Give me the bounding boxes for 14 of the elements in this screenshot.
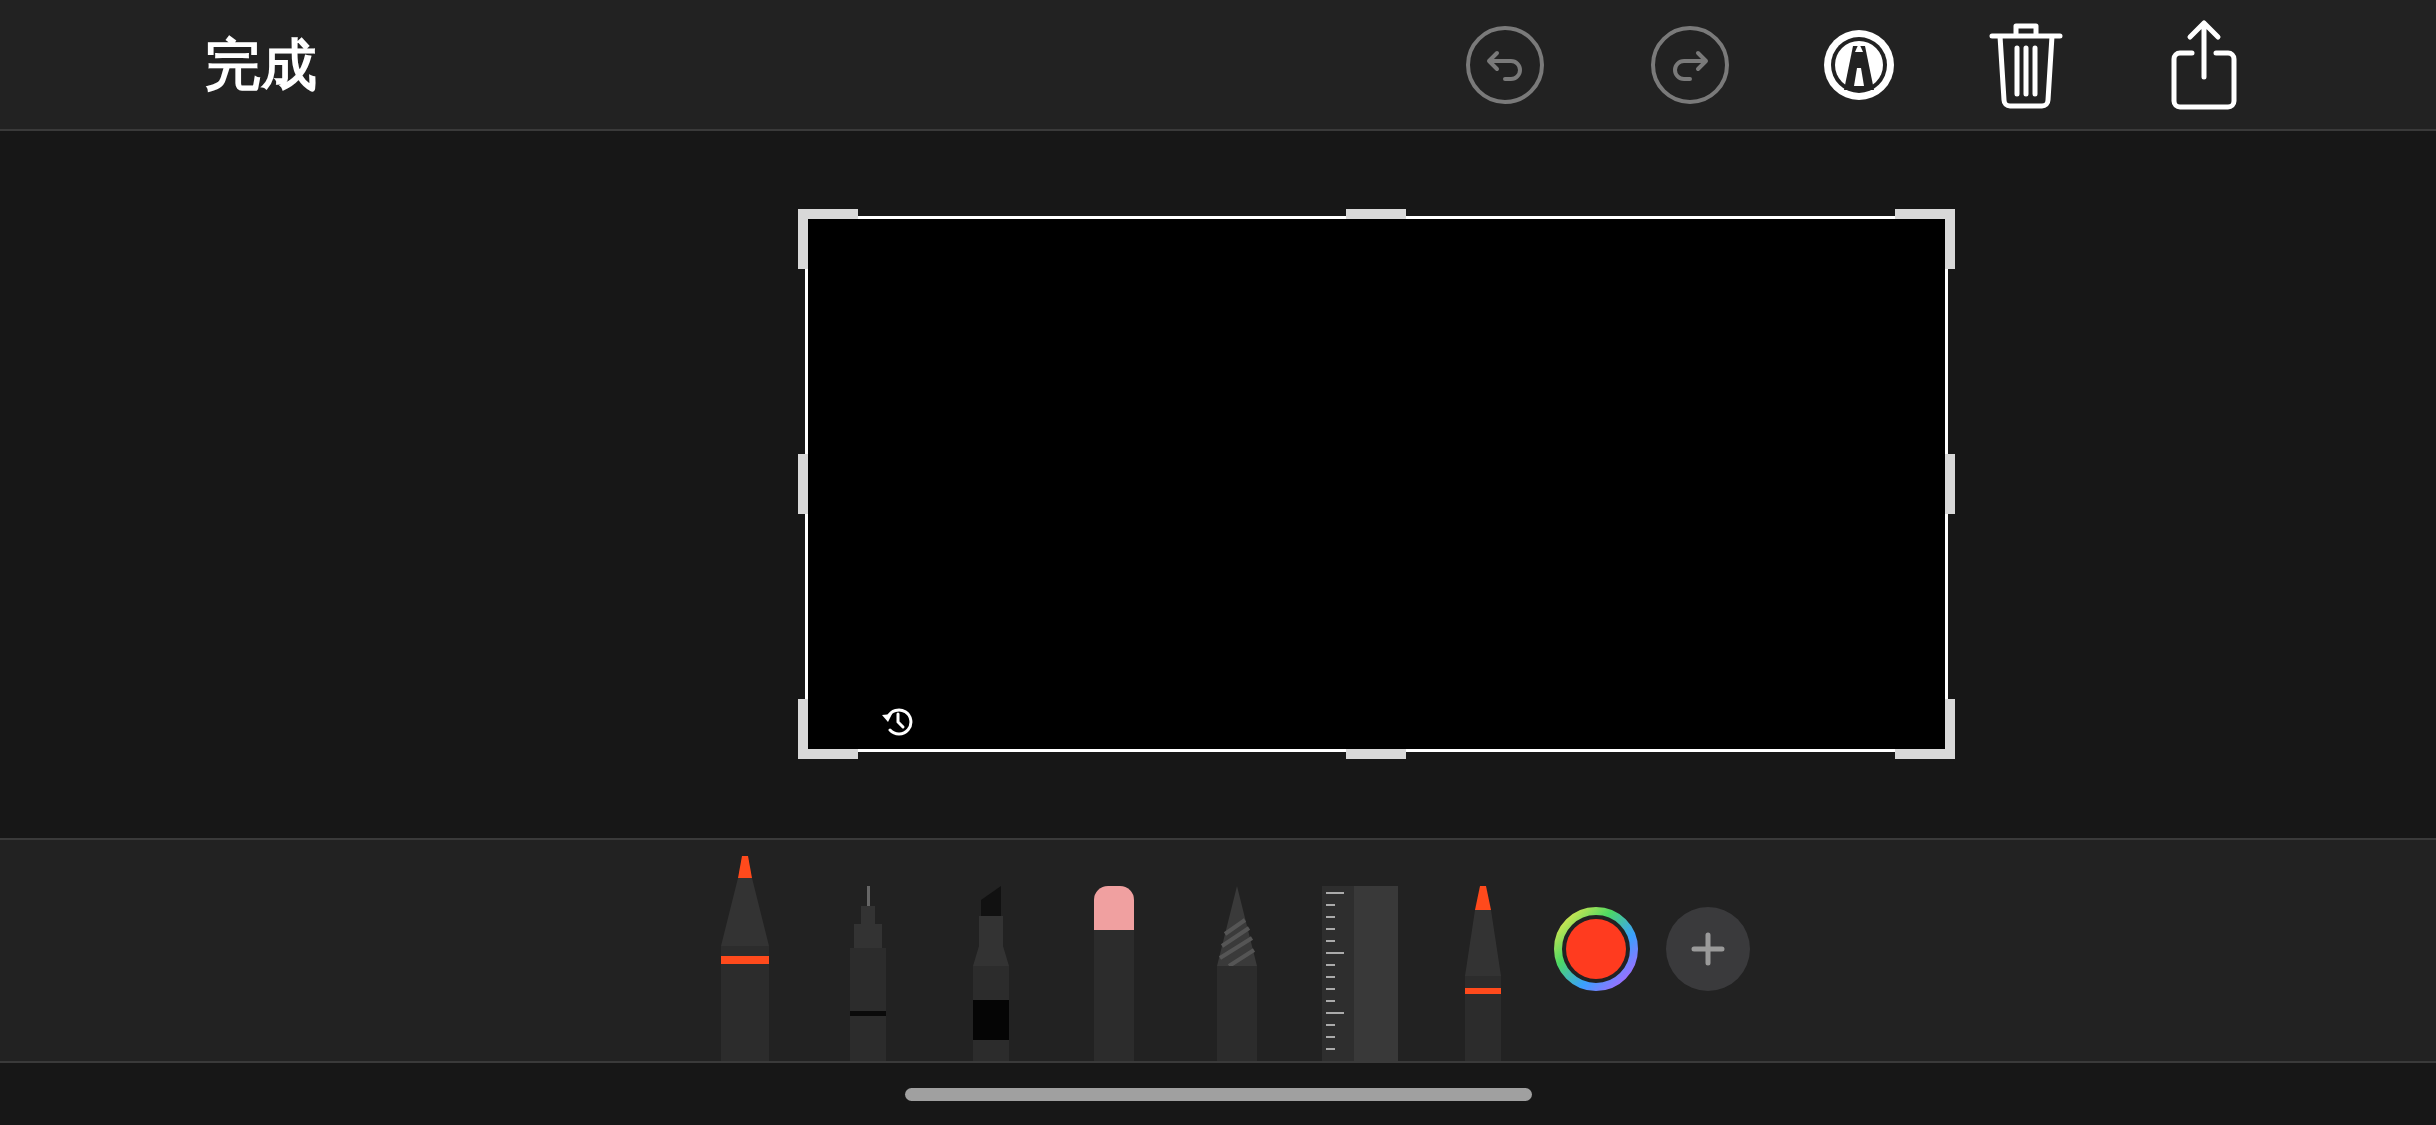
crop-handle[interactable] — [1346, 209, 1406, 219]
markup-icon[interactable] — [1822, 27, 1896, 102]
crop-handle[interactable] — [798, 209, 858, 269]
crop-handle[interactable] — [1346, 749, 1406, 759]
crop-handle[interactable] — [798, 454, 808, 514]
history-icon[interactable] — [881, 706, 913, 736]
add-icon[interactable] — [1666, 906, 1750, 991]
crop-handle[interactable] — [1945, 454, 1955, 514]
done-button[interactable]: 完成 — [205, 22, 317, 107]
crop-handle[interactable] — [1895, 209, 1955, 269]
crop-handle[interactable] — [1895, 699, 1955, 759]
color-picker[interactable] — [1554, 906, 1638, 991]
crop-handle[interactable] — [798, 699, 858, 759]
ruler-drawing[interactable] — [1321, 886, 1398, 1061]
